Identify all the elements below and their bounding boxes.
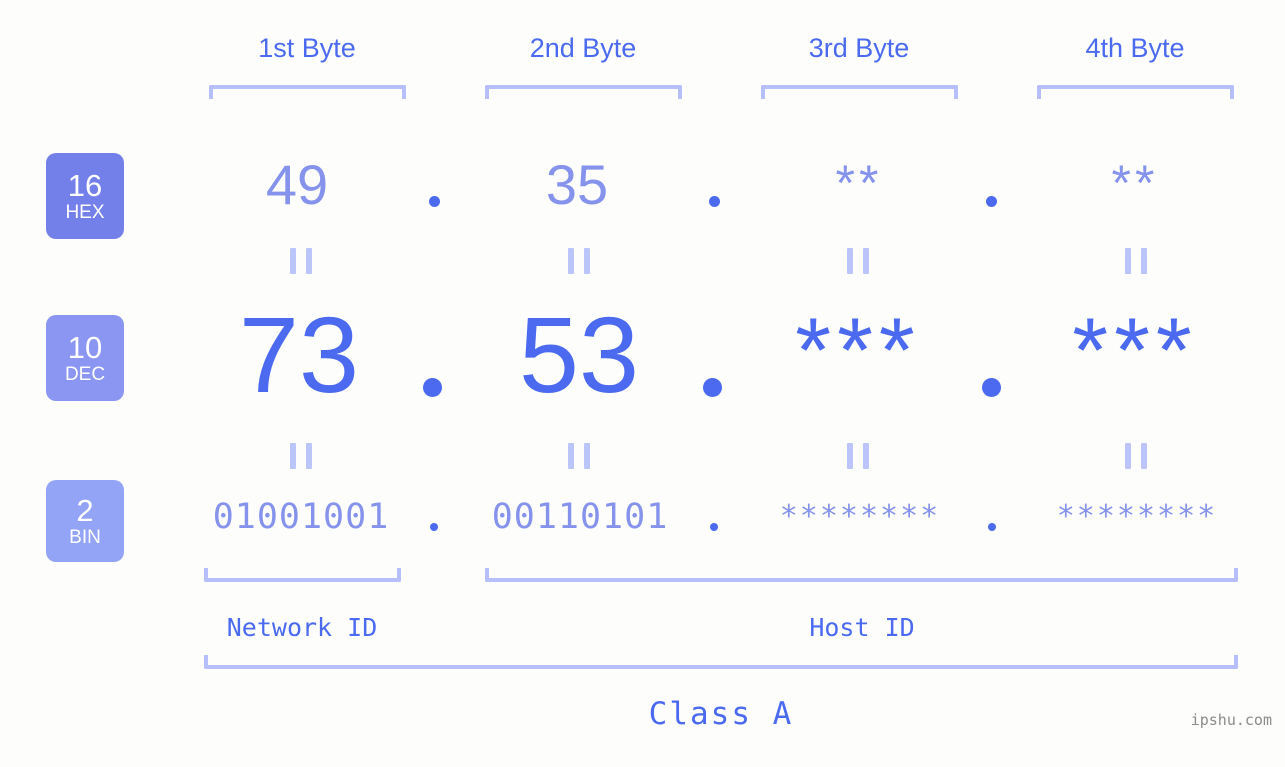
- equals-mark-hex-dec-2: [568, 248, 590, 274]
- byte-header-3: 3rd Byte: [808, 33, 910, 63]
- host-id-bracket: [485, 568, 1238, 582]
- dec-byte-3-value: ***: [795, 300, 921, 402]
- byte-bracket-1: [209, 85, 406, 99]
- equals-mark-hex-dec-4: [1125, 248, 1147, 274]
- bin-dot-separator-3: [988, 523, 996, 531]
- bin-dot-separator-2: [710, 523, 718, 531]
- network-id-bracket: [204, 568, 401, 582]
- equals-mark-dec-bin-1: [290, 443, 312, 469]
- byte-bracket-3: [761, 85, 958, 99]
- equals-mark-dec-bin-4: [1125, 443, 1147, 469]
- byte-bracket-2: [485, 85, 682, 99]
- base-badge-dec-number: 10: [67, 329, 103, 365]
- hex-dot-separator-3: [986, 196, 997, 207]
- base-badge-dec-name: DEC: [64, 363, 106, 385]
- byte-header-1: 1st Byte: [258, 33, 356, 63]
- bin-byte-3-value: ********: [779, 499, 941, 534]
- equals-mark-dec-bin-3: [847, 443, 869, 469]
- dec-byte-2-value: 53: [518, 294, 640, 415]
- bin-byte-2-value: 00110101: [491, 497, 669, 537]
- hex-dot-separator-1: [429, 196, 440, 207]
- ip-address-breakdown-diagram: 1st Byte 2nd Byte 3rd Byte 4th Byte 16 H…: [0, 0, 1285, 767]
- base-badge-bin-number: 2: [76, 492, 94, 528]
- class-label: Class A: [648, 696, 794, 732]
- network-id-label: Network ID: [226, 613, 378, 642]
- host-id-label: Host ID: [809, 613, 915, 642]
- base-badge-hex-name: HEX: [65, 201, 105, 223]
- hex-byte-3-value: **: [835, 155, 883, 211]
- dec-byte-4-value: ***: [1072, 300, 1198, 402]
- dec-byte-1-value: 73: [238, 294, 360, 415]
- base-badge-hex-number: 16: [67, 167, 103, 203]
- base-badge-dec[interactable]: 10 DEC: [46, 315, 124, 401]
- bin-byte-1-value: 01001001: [212, 497, 390, 537]
- dec-dot-separator-1: [423, 378, 442, 397]
- byte-header-4: 4th Byte: [1085, 33, 1185, 63]
- bin-dot-separator-1: [430, 523, 438, 531]
- hex-byte-2-value: 35: [545, 153, 609, 216]
- base-badge-hex[interactable]: 16 HEX: [46, 153, 124, 239]
- site-watermark: ipshu.com: [1190, 711, 1272, 729]
- byte-bracket-4: [1037, 85, 1234, 99]
- equals-mark-hex-dec-1: [290, 248, 312, 274]
- hex-byte-4-value: **: [1111, 155, 1159, 211]
- hex-byte-1-value: 49: [265, 153, 329, 216]
- bin-byte-4-value: ********: [1056, 499, 1218, 534]
- class-bracket: [204, 655, 1238, 669]
- base-badge-bin[interactable]: 2 BIN: [46, 480, 124, 562]
- equals-mark-hex-dec-3: [847, 248, 869, 274]
- dec-dot-separator-2: [703, 378, 722, 397]
- equals-mark-dec-bin-2: [568, 443, 590, 469]
- hex-dot-separator-2: [709, 196, 720, 207]
- dec-dot-separator-3: [982, 378, 1001, 397]
- byte-header-2: 2nd Byte: [529, 33, 637, 63]
- base-badge-bin-name: BIN: [69, 526, 101, 548]
